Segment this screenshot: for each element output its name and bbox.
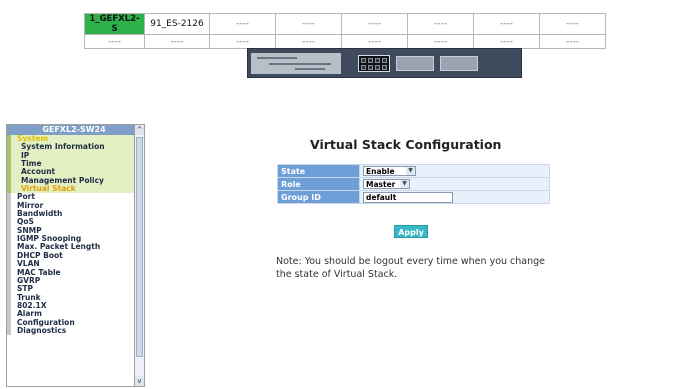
stack-unit[interactable]: ---- (209, 34, 276, 49)
stack-unit[interactable]: ---- (275, 13, 342, 35)
scroll-down-icon[interactable]: v (135, 376, 144, 386)
stack-unit[interactable]: ---- (275, 34, 342, 49)
stack-unit[interactable]: ---- (144, 34, 210, 49)
scroll-up-icon[interactable]: ^ (135, 125, 144, 135)
role-cell: Master ▼ (359, 177, 550, 191)
switch-left-panel (251, 53, 341, 74)
group-id-label: Group ID (277, 190, 360, 204)
stack-row: ---- ---- ---- ---- ---- ---- ---- ---- (84, 34, 606, 49)
stack-unit-active[interactable]: 1_GEFXL2-S (84, 13, 145, 35)
state-cell: Enable ▼ (359, 164, 550, 178)
virtual-stack-form: State Enable ▼ Role Master ▼ Group ID defa… (277, 164, 550, 204)
stack-unit[interactable]: ---- (341, 34, 408, 49)
stack-unit[interactable]: ---- (539, 13, 606, 35)
chevron-down-icon: ▼ (406, 167, 415, 175)
sidebar-nav: GEFXL2-SW24 System System Information IP… (6, 124, 142, 387)
stack-unit[interactable]: ---- (407, 13, 474, 35)
apply-button[interactable]: Apply (394, 225, 428, 238)
group-id-input[interactable]: default (363, 191, 453, 203)
form-row: Role Master ▼ (277, 177, 550, 191)
page-title: Virtual Stack Configuration (310, 137, 502, 152)
stack-unit[interactable]: ---- (539, 34, 606, 49)
role-label: Role (277, 177, 360, 191)
role-select[interactable]: Master ▼ (363, 179, 410, 189)
state-select-value: Enable (366, 167, 395, 176)
scrollbar-thumb[interactable] (136, 137, 143, 357)
switch-port-block[interactable] (396, 56, 434, 71)
form-row: Group ID default (277, 190, 550, 204)
state-label: State (277, 164, 360, 178)
switch-port-block[interactable] (358, 55, 390, 72)
group-id-cell: default (359, 190, 550, 204)
stack-unit[interactable]: 91_ES-2126 (144, 13, 210, 35)
stack-unit[interactable]: ---- (473, 34, 540, 49)
switch-panel-image[interactable] (247, 48, 522, 78)
stack-unit[interactable]: ---- (209, 13, 276, 35)
stack-unit-table: 1_GEFXL2-S 91_ES-2126 ---- ---- ---- ---… (84, 13, 606, 49)
form-row: State Enable ▼ (277, 164, 550, 178)
chevron-down-icon: ▼ (400, 180, 409, 188)
state-select[interactable]: Enable ▼ (363, 166, 416, 176)
logout-note: Note: You should be logout every time wh… (276, 256, 546, 280)
nav-scrollbar[interactable]: ^ v (134, 124, 145, 387)
stack-row: 1_GEFXL2-S 91_ES-2126 ---- ---- ---- ---… (84, 13, 606, 35)
stack-unit[interactable]: ---- (341, 13, 408, 35)
role-select-value: Master (366, 180, 396, 189)
nav-item-diagnostics[interactable]: Diagnostics (7, 326, 141, 336)
stack-unit[interactable]: ---- (84, 34, 145, 49)
stack-unit[interactable]: ---- (473, 13, 540, 35)
switch-port-block[interactable] (440, 56, 478, 71)
stack-unit[interactable]: ---- (407, 34, 474, 49)
